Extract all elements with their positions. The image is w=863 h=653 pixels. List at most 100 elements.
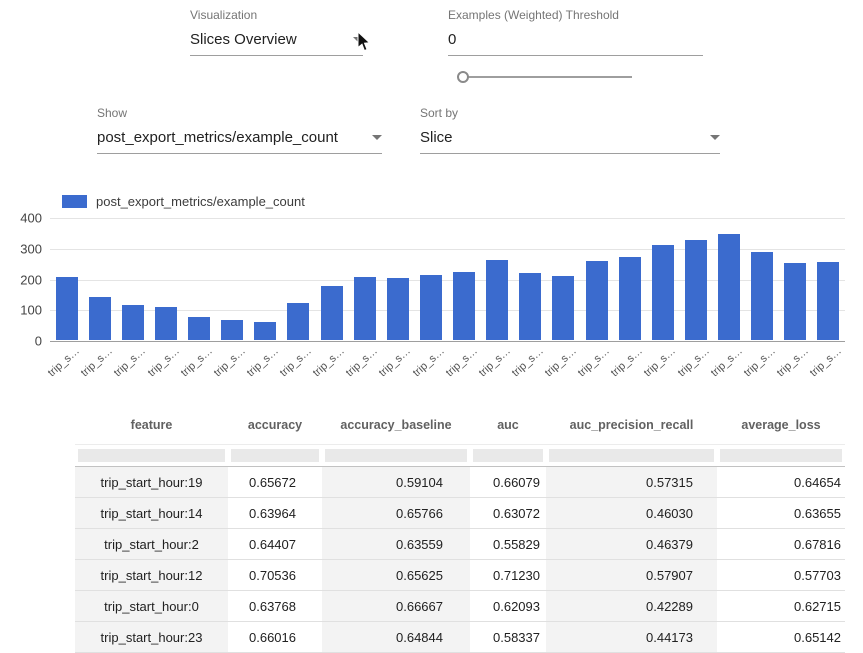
chevron-down-icon[interactable] <box>353 37 363 42</box>
y-tick-label: 0 <box>35 334 42 349</box>
x-axis-labels: trip_s…trip_s…trip_s…trip_s…trip_s…trip_… <box>50 344 845 384</box>
metric-cell: 0.65625 <box>322 560 470 591</box>
legend-label: post_export_metrics/example_count <box>96 194 305 209</box>
bar[interactable] <box>751 252 773 340</box>
filter-input[interactable] <box>720 449 842 462</box>
bar[interactable] <box>354 277 376 340</box>
bar-series <box>50 218 845 340</box>
threshold-input[interactable]: 0 <box>448 31 456 48</box>
x-tick-label: trip_s… <box>808 345 844 379</box>
threshold-slider[interactable] <box>455 70 632 84</box>
x-tick-label: trip_s… <box>543 345 579 379</box>
metric-cell: 0.65142 <box>717 622 845 653</box>
feature-cell: trip_start_hour:23 <box>75 622 228 653</box>
bar[interactable] <box>552 276 574 340</box>
bar[interactable] <box>420 275 442 340</box>
metric-cell: 0.65766 <box>322 498 470 529</box>
filter-input[interactable] <box>231 449 319 462</box>
visualization-select[interactable]: Visualization Slices Overview <box>190 8 363 56</box>
table-row[interactable]: trip_start_hour:230.660160.648440.583370… <box>75 622 845 653</box>
bar[interactable] <box>122 305 144 340</box>
metric-cell: 0.64844 <box>322 622 470 653</box>
bar[interactable] <box>817 262 839 340</box>
threshold-field[interactable]: Examples (Weighted) Threshold 0 <box>448 8 703 56</box>
bar[interactable] <box>486 260 508 340</box>
metric-cell: 0.42289 <box>546 591 717 622</box>
metric-cell: 0.57315 <box>546 467 717 498</box>
slider-track[interactable] <box>459 76 632 78</box>
bar[interactable] <box>56 277 78 340</box>
chevron-down-icon[interactable] <box>710 135 720 140</box>
feature-cell: trip_start_hour:19 <box>75 467 228 498</box>
table-row[interactable]: trip_start_hour:120.705360.656250.712300… <box>75 560 845 591</box>
table-row[interactable]: trip_start_hour:190.656720.591040.660790… <box>75 467 845 498</box>
x-tick-label: trip_s… <box>344 345 380 379</box>
metric-cell: 0.46030 <box>546 498 717 529</box>
filter-input[interactable] <box>325 449 467 462</box>
metric-cell: 0.70536 <box>228 560 322 591</box>
metrics-table-container: featureaccuracyaccuracy_baselineaucauc_p… <box>75 406 845 653</box>
visualization-value[interactable]: Slices Overview <box>190 31 297 48</box>
metric-cell: 0.62093 <box>470 591 546 622</box>
bar[interactable] <box>89 297 111 340</box>
filter-input[interactable] <box>549 449 714 462</box>
sort-by-label: Sort by <box>420 106 720 120</box>
x-tick-label: trip_s… <box>510 345 546 379</box>
metric-cell: 0.57907 <box>546 560 717 591</box>
x-tick-label: trip_s… <box>245 345 281 379</box>
table-row[interactable]: trip_start_hour:140.639640.657660.630720… <box>75 498 845 529</box>
x-tick-label: trip_s… <box>675 345 711 379</box>
x-tick-label: trip_s… <box>477 345 513 379</box>
column-header[interactable]: average_loss <box>717 406 845 445</box>
metric-cell: 0.67816 <box>717 529 845 560</box>
show-label: Show <box>97 106 382 120</box>
metric-cell: 0.63655 <box>717 498 845 529</box>
column-header[interactable]: accuracy <box>228 406 322 445</box>
filter-input[interactable] <box>473 449 543 462</box>
show-metric-select[interactable]: Show post_export_metrics/example_count <box>97 106 382 154</box>
x-tick-label: trip_s… <box>311 345 347 379</box>
bar[interactable] <box>155 307 177 340</box>
bar[interactable] <box>188 317 210 340</box>
x-tick-label: trip_s… <box>642 345 678 379</box>
bar[interactable] <box>321 286 343 340</box>
column-header[interactable]: accuracy_baseline <box>322 406 470 445</box>
metric-cell: 0.63964 <box>228 498 322 529</box>
sort-by-select[interactable]: Sort by Slice <box>420 106 720 154</box>
bar[interactable] <box>453 272 475 340</box>
column-header[interactable]: auc_precision_recall <box>546 406 717 445</box>
bar[interactable] <box>652 245 674 340</box>
table-row[interactable]: trip_start_hour:00.637680.666670.620930.… <box>75 591 845 622</box>
metric-cell: 0.58337 <box>470 622 546 653</box>
metric-cell: 0.64654 <box>717 467 845 498</box>
feature-cell: trip_start_hour:2 <box>75 529 228 560</box>
bar[interactable] <box>784 263 806 340</box>
x-tick-label: trip_s… <box>708 345 744 379</box>
filter-input[interactable] <box>78 449 225 462</box>
bar[interactable] <box>387 278 409 340</box>
bar[interactable] <box>221 320 243 340</box>
bar[interactable] <box>287 303 309 340</box>
bar[interactable] <box>519 273 541 340</box>
bar[interactable] <box>254 322 276 340</box>
slider-thumb[interactable] <box>457 71 469 83</box>
bar[interactable] <box>685 240 707 340</box>
feature-cell: trip_start_hour:14 <box>75 498 228 529</box>
metric-cell: 0.62715 <box>717 591 845 622</box>
bar[interactable] <box>619 257 641 340</box>
metric-cell: 0.63072 <box>470 498 546 529</box>
legend-swatch <box>62 195 87 208</box>
show-value[interactable]: post_export_metrics/example_count <box>97 129 338 146</box>
sort-by-value[interactable]: Slice <box>420 129 453 146</box>
column-header[interactable]: feature <box>75 406 228 445</box>
bar[interactable] <box>718 234 740 340</box>
metric-cell: 0.66016 <box>228 622 322 653</box>
metric-cell: 0.44173 <box>546 622 717 653</box>
metric-cell: 0.66079 <box>470 467 546 498</box>
column-header[interactable]: auc <box>470 406 546 445</box>
metric-cell: 0.59104 <box>322 467 470 498</box>
table-row[interactable]: trip_start_hour:20.644070.635590.558290.… <box>75 529 845 560</box>
chevron-down-icon[interactable] <box>372 135 382 140</box>
bar[interactable] <box>586 261 608 340</box>
x-tick-label: trip_s… <box>443 345 479 379</box>
